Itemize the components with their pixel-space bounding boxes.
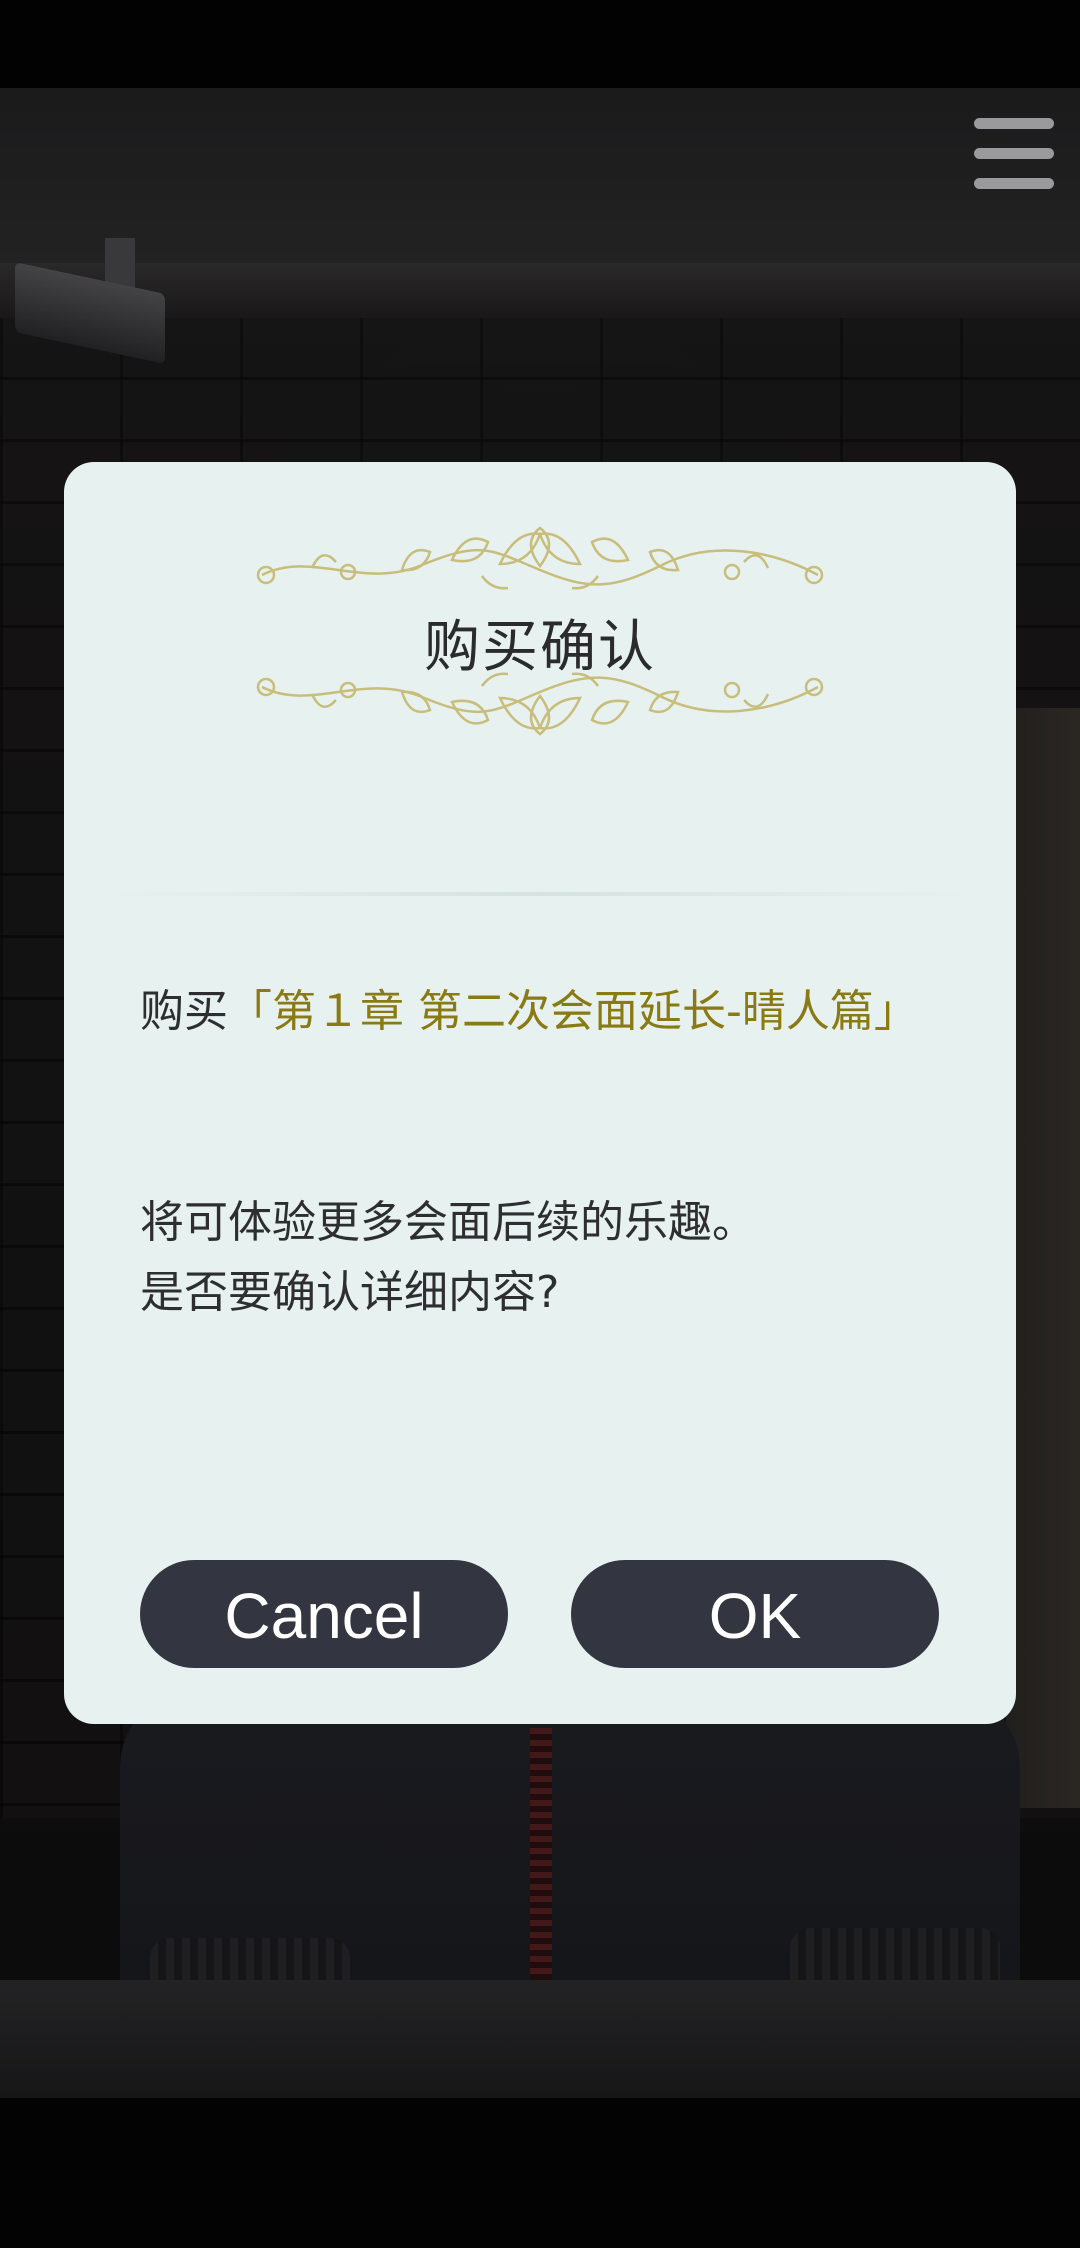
vine-ornament-icon bbox=[256, 672, 824, 736]
dialog-message: 将可体验更多会面后续的乐趣。 是否要确认详细内容? bbox=[140, 1188, 960, 1328]
purchase-confirm-dialog: 购买确认 购买「第１章 第二次会面延长-晴人篇」 将可体验更多会面后续的乐趣。 … bbox=[64, 462, 1016, 1724]
purchase-description: 购买「第１章 第二次会面延长-晴人篇」 bbox=[140, 982, 1000, 1042]
header-divider bbox=[104, 892, 976, 896]
ok-button[interactable]: OK bbox=[571, 1560, 939, 1668]
purchase-prefix: 购买 bbox=[140, 986, 228, 1037]
message-line-2: 是否要确认详细内容? bbox=[140, 1267, 560, 1318]
hamburger-menu-icon[interactable] bbox=[974, 118, 1054, 190]
dialog-header: 购买确认 bbox=[64, 462, 1016, 892]
navigation-bar-area bbox=[0, 2098, 1080, 2248]
message-line-1: 将可体验更多会面后续的乐趣。 bbox=[140, 1197, 756, 1248]
vine-ornament-icon bbox=[256, 526, 824, 590]
status-bar-area bbox=[0, 0, 1080, 88]
purchase-item-name: 「第１章 第二次会面延长-晴人篇」 bbox=[228, 986, 918, 1037]
game-screen: 购买确认 购买「第１章 第二次会面延长-晴人篇」 将可体验更多会面后续的乐趣。 … bbox=[0, 0, 1080, 2248]
cancel-button[interactable]: Cancel bbox=[140, 1560, 508, 1668]
